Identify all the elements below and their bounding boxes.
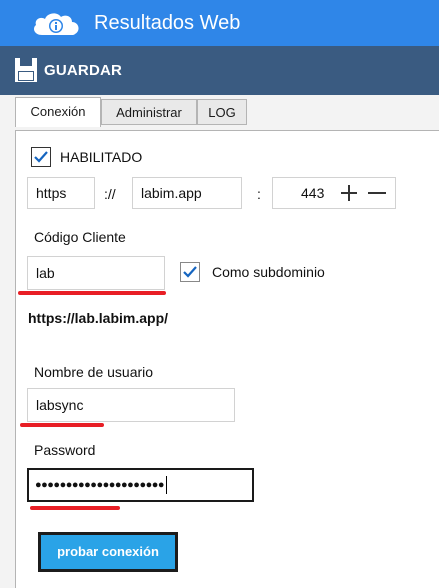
plus-icon[interactable]	[339, 183, 359, 203]
port-colon: :	[257, 186, 261, 202]
save-label: GUARDAR	[44, 61, 123, 79]
port-value: 443	[301, 185, 325, 201]
host-input[interactable]	[132, 177, 242, 209]
check-icon	[34, 151, 48, 163]
title-bar: Resultados Web	[0, 0, 439, 46]
minus-icon[interactable]	[367, 183, 387, 203]
check-icon	[183, 266, 197, 278]
subdomain-checkbox[interactable]	[180, 262, 200, 282]
tab-conexion[interactable]: Conexión	[15, 97, 101, 127]
password-field[interactable]: ●●●●●●●●●●●●●●●●●●●●●	[27, 468, 254, 502]
protocol-input[interactable]	[27, 177, 95, 209]
tab-log[interactable]: LOG	[197, 99, 247, 125]
port-stepper[interactable]: 443	[272, 177, 396, 209]
password-mask: ●●●●●●●●●●●●●●●●●●●●●	[35, 479, 165, 491]
toolbar: GUARDAR	[0, 46, 439, 95]
protocol-separator: ://	[104, 186, 116, 202]
tab-administrar[interactable]: Administrar	[101, 99, 197, 125]
tab-strip: Conexión Administrar LOG	[0, 95, 439, 130]
annotation-underline	[20, 423, 104, 427]
save-icon	[15, 58, 37, 82]
client-code-label: Código Cliente	[34, 229, 126, 245]
password-label: Password	[34, 442, 96, 458]
app-window: Resultados Web GUARDAR Conexión Administ…	[0, 0, 439, 588]
test-connection-label: probar conexión	[41, 535, 175, 569]
text-cursor	[166, 476, 168, 495]
resulting-url: https://lab.labim.app/	[28, 310, 169, 326]
save-button[interactable]: GUARDAR	[14, 56, 122, 84]
annotation-underline	[18, 291, 166, 295]
client-code-input[interactable]	[27, 256, 165, 290]
subdomain-label: Como subdominio	[212, 264, 325, 280]
annotation-underline	[30, 506, 120, 510]
enabled-checkbox[interactable]	[31, 147, 51, 167]
username-input[interactable]	[27, 388, 235, 422]
enabled-label: HABILITADO	[60, 149, 143, 165]
app-title: Resultados Web	[94, 12, 241, 34]
cloud-info-icon	[34, 13, 79, 35]
test-connection-button[interactable]: probar conexión	[38, 532, 178, 572]
username-label: Nombre de usuario	[34, 364, 154, 380]
